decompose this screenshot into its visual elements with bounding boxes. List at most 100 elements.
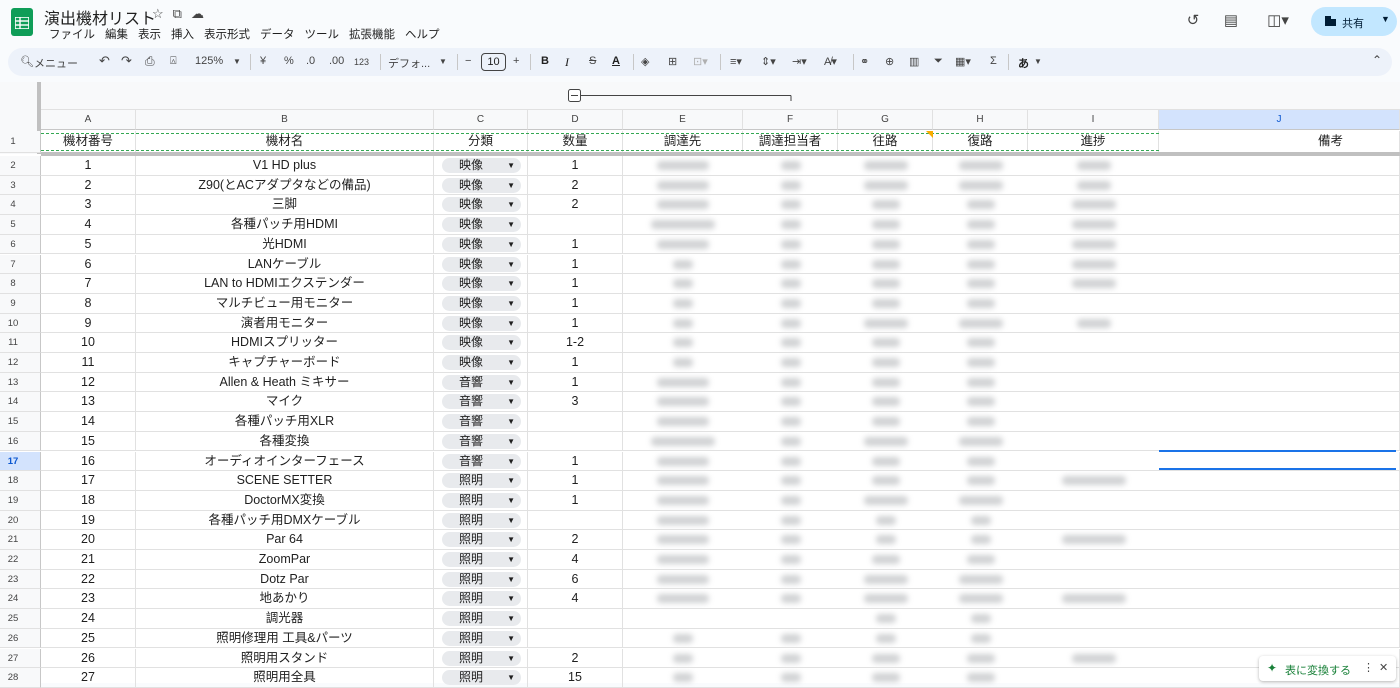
redacted-cell[interactable] xyxy=(838,353,933,373)
row-header[interactable]: 21 xyxy=(0,530,41,550)
redacted-cell[interactable] xyxy=(838,668,933,688)
search-icon[interactable]: 🔍︎ xyxy=(20,55,34,68)
category-cell[interactable]: 映像 ▼ xyxy=(434,353,528,373)
row-header[interactable]: 2 xyxy=(0,156,41,176)
redacted-cell[interactable] xyxy=(623,629,743,649)
equipment-name-cell[interactable]: Z90(とACアダプタなどの備品) xyxy=(136,175,434,196)
row-header[interactable]: 24 xyxy=(0,589,41,610)
redacted-cell[interactable] xyxy=(623,550,743,570)
chevron-down-icon[interactable]: ▼ xyxy=(507,454,515,469)
redacted-cell[interactable] xyxy=(933,649,1028,669)
comments-icon[interactable]: ▤ xyxy=(1221,11,1241,31)
fill-color-icon[interactable]: ◈ xyxy=(641,55,649,68)
chevron-down-icon[interactable]: ▼ xyxy=(507,178,515,193)
category-dropdown-chip[interactable]: 照明 ▼ xyxy=(442,532,521,548)
quantity-cell[interactable] xyxy=(528,609,623,629)
redacted-cell[interactable] xyxy=(933,511,1028,531)
redacted-cell[interactable] xyxy=(838,629,933,649)
notes-cell[interactable] xyxy=(1159,392,1400,413)
quantity-cell[interactable] xyxy=(528,412,623,432)
redacted-cell[interactable] xyxy=(743,609,838,629)
chevron-down-icon[interactable]: ▼ xyxy=(507,257,515,272)
equipment-name-cell[interactable]: HDMIスプリッター xyxy=(136,333,434,353)
category-dropdown-chip[interactable]: 映像 ▼ xyxy=(442,217,521,233)
notes-cell[interactable] xyxy=(1159,175,1400,196)
redacted-cell[interactable] xyxy=(838,274,933,294)
quantity-cell[interactable]: 1 xyxy=(528,353,623,373)
category-cell[interactable]: 照明 ▼ xyxy=(434,490,528,511)
redacted-cell[interactable] xyxy=(623,412,743,432)
category-dropdown-chip[interactable]: 音響 ▼ xyxy=(442,374,521,390)
category-cell[interactable]: 音響 ▼ xyxy=(434,372,528,393)
quantity-cell[interactable]: 3 xyxy=(528,392,623,413)
equipment-id-cell[interactable]: 15 xyxy=(41,431,136,452)
equipment-name-cell[interactable]: LAN to HDMIエクステンダー xyxy=(136,274,434,294)
equipment-name-cell[interactable]: 光HDMI xyxy=(136,234,434,255)
more-options-icon[interactable]: ⋮ xyxy=(1363,661,1374,674)
quantity-cell[interactable]: 1 xyxy=(528,372,623,393)
equipment-id-cell[interactable]: 26 xyxy=(41,648,136,669)
chevron-down-icon[interactable]: ▼ xyxy=(507,394,515,409)
redacted-cell[interactable] xyxy=(1028,452,1159,472)
column-header-a[interactable]: A xyxy=(41,110,136,130)
redacted-cell[interactable] xyxy=(743,511,838,531)
notes-cell[interactable] xyxy=(1159,412,1400,432)
text-rotation-icon[interactable]: A̸▾ xyxy=(824,55,837,68)
redacted-cell[interactable] xyxy=(933,235,1028,255)
equipment-name-cell[interactable]: 各種変換 xyxy=(136,431,434,452)
strikethrough-button[interactable]: S xyxy=(589,55,596,67)
row-header[interactable]: 22 xyxy=(0,550,41,570)
redacted-cell[interactable] xyxy=(623,609,743,629)
equipment-id-cell[interactable]: 8 xyxy=(41,293,136,314)
column-header-e[interactable]: E xyxy=(623,110,743,130)
quantity-cell[interactable]: 1 xyxy=(528,274,623,294)
category-dropdown-chip[interactable]: 音響 ▼ xyxy=(442,414,521,430)
redacted-cell[interactable] xyxy=(838,570,933,590)
redacted-cell[interactable] xyxy=(743,373,838,393)
category-dropdown-chip[interactable]: 照明 ▼ xyxy=(442,591,521,607)
notes-cell[interactable] xyxy=(1159,313,1400,334)
redacted-cell[interactable] xyxy=(933,215,1028,235)
notes-cell[interactable] xyxy=(1159,333,1400,353)
redacted-cell[interactable] xyxy=(743,274,838,294)
redacted-cell[interactable] xyxy=(743,255,838,275)
redacted-cell[interactable] xyxy=(743,589,838,610)
equipment-name-cell[interactable]: 照明用全具 xyxy=(136,668,434,688)
redacted-cell[interactable] xyxy=(743,629,838,649)
equipment-name-cell[interactable]: Allen & Heath ミキサー xyxy=(136,372,434,393)
equipment-name-cell[interactable]: マルチビュー用モニター xyxy=(136,293,434,314)
category-cell[interactable]: 照明 ▼ xyxy=(434,648,528,669)
redacted-cell[interactable] xyxy=(933,412,1028,432)
redacted-cell[interactable] xyxy=(623,373,743,393)
menu-format[interactable]: 表示形式 xyxy=(199,26,255,42)
notes-cell[interactable] xyxy=(1159,293,1400,314)
category-cell[interactable]: 照明 ▼ xyxy=(434,510,528,531)
category-cell[interactable]: 映像 ▼ xyxy=(434,254,528,275)
quantity-cell[interactable]: 1 xyxy=(528,490,623,511)
equipment-id-cell[interactable]: 1 xyxy=(41,156,136,176)
row-header[interactable]: 5 xyxy=(0,215,41,235)
redacted-cell[interactable] xyxy=(933,353,1028,373)
redacted-cell[interactable] xyxy=(743,156,838,176)
redacted-cell[interactable] xyxy=(933,471,1028,491)
redacted-cell[interactable] xyxy=(838,511,933,531)
redo-icon[interactable]: ↷ xyxy=(121,53,132,69)
quantity-cell[interactable]: 1 xyxy=(528,451,623,472)
borders-icon[interactable]: ⊞ xyxy=(668,55,677,68)
redacted-cell[interactable] xyxy=(933,570,1028,590)
chevron-down-icon[interactable]: ▼ xyxy=(507,197,515,212)
redacted-cell[interactable] xyxy=(838,392,933,413)
category-cell[interactable]: 照明 ▼ xyxy=(434,530,528,550)
chevron-down-icon[interactable]: ▼ xyxy=(507,532,515,547)
equipment-name-cell[interactable]: 照明修理用 工具&パーツ xyxy=(136,628,434,649)
quantity-cell[interactable]: 4 xyxy=(528,550,623,570)
row-header[interactable]: 13 xyxy=(0,372,41,393)
redacted-cell[interactable] xyxy=(838,609,933,629)
redacted-cell[interactable] xyxy=(623,176,743,196)
equipment-id-cell[interactable]: 23 xyxy=(41,589,136,610)
redacted-cell[interactable] xyxy=(743,353,838,373)
equipment-name-cell[interactable]: 演者用モニター xyxy=(136,313,434,334)
redacted-cell[interactable] xyxy=(743,235,838,255)
redacted-cell[interactable] xyxy=(933,668,1028,688)
category-cell[interactable]: 映像 ▼ xyxy=(434,156,528,176)
